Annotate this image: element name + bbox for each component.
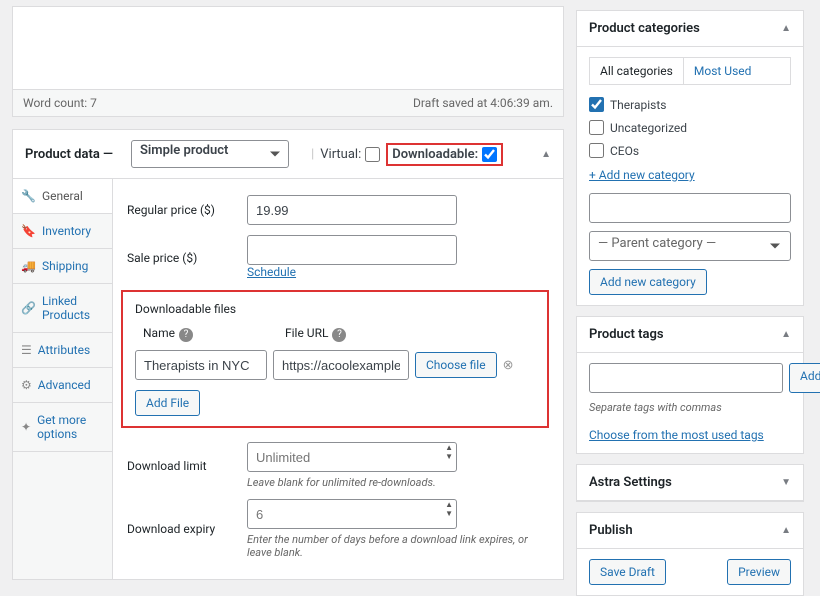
product-data-tabs: 🔧General 🔖Inventory 🚚Shipping 🔗Linked Pr… bbox=[13, 179, 113, 579]
schedule-link[interactable]: Schedule bbox=[247, 265, 296, 279]
help-icon[interactable]: ? bbox=[332, 328, 346, 342]
virtual-checkbox[interactable] bbox=[365, 147, 380, 162]
publish-title: Publish bbox=[589, 523, 633, 538]
gear-icon: ⚙ bbox=[21, 378, 32, 392]
save-draft-button[interactable]: Save Draft bbox=[589, 559, 666, 585]
product-data-content: Regular price ($) Sale price ($) Schedul… bbox=[113, 179, 563, 579]
astra-settings-panel: Astra Settings ▼ bbox=[576, 464, 804, 502]
downloadable-files-section: Downloadable files Name? File URL? Choos… bbox=[121, 290, 549, 428]
tag-input[interactable] bbox=[589, 363, 783, 393]
tags-note: Separate tags with commas bbox=[589, 401, 791, 414]
tab-most-used[interactable]: Most Used bbox=[684, 58, 762, 84]
regular-price-input[interactable] bbox=[247, 195, 457, 225]
category-checkbox[interactable] bbox=[589, 97, 604, 112]
parent-category-select[interactable]: — Parent category — bbox=[589, 231, 791, 261]
tab-all-categories[interactable]: All categories bbox=[590, 58, 684, 84]
link-icon: 🔗 bbox=[21, 301, 36, 315]
editor-status-bar: Word count: 7 Draft saved at 4:06:39 am. bbox=[13, 89, 563, 116]
add-file-button[interactable]: Add File bbox=[135, 390, 200, 416]
downloadable-highlight: Downloadable: bbox=[386, 143, 503, 166]
list-icon: ☰ bbox=[21, 343, 32, 357]
preview-button[interactable]: Preview bbox=[727, 559, 791, 585]
tab-get-more[interactable]: ✦Get more options bbox=[13, 403, 112, 452]
category-checkbox[interactable] bbox=[589, 143, 604, 158]
tab-inventory[interactable]: 🔖Inventory bbox=[13, 214, 112, 249]
panel-collapse-icon[interactable]: ▲ bbox=[781, 525, 791, 536]
most-used-tags-link[interactable]: Choose from the most used tags bbox=[589, 428, 764, 442]
plus-icon: ✦ bbox=[21, 420, 31, 434]
spin-down-icon[interactable]: ▼ bbox=[445, 453, 453, 461]
publish-panel: Publish ▲ Save Draft Preview bbox=[576, 512, 804, 596]
dl-name-header: Name bbox=[143, 326, 175, 340]
add-tag-button[interactable]: Add bbox=[789, 363, 820, 393]
downloadable-checkbox[interactable] bbox=[482, 147, 497, 162]
downloadable-files-title: Downloadable files bbox=[135, 302, 535, 322]
product-data-title: Product data — bbox=[25, 147, 113, 162]
add-new-category-button[interactable]: Add new category bbox=[589, 269, 707, 295]
product-categories-panel: Product categories ▲ All categories Most… bbox=[576, 10, 804, 306]
virtual-checkbox-label: Virtual: bbox=[320, 147, 380, 162]
download-expiry-input[interactable] bbox=[247, 499, 457, 529]
parent-category-value: — Parent category — bbox=[598, 236, 716, 251]
virtual-label-text: Virtual: bbox=[320, 147, 361, 162]
spin-down-icon[interactable]: ▼ bbox=[445, 510, 453, 518]
regular-price-label: Regular price ($) bbox=[127, 203, 247, 217]
word-count: Word count: 7 bbox=[23, 96, 97, 110]
panel-collapse-icon[interactable]: ▲ bbox=[781, 23, 791, 34]
product-data-panel: Product data — Simple product | Virtual:… bbox=[12, 129, 564, 580]
remove-row-icon[interactable]: ⊗ bbox=[503, 358, 514, 373]
tags-title: Product tags bbox=[589, 327, 664, 342]
tag-icon: 🔖 bbox=[21, 224, 36, 238]
panel-collapse-icon[interactable]: ▲ bbox=[541, 149, 551, 160]
download-url-input[interactable] bbox=[273, 350, 409, 380]
editor-body[interactable] bbox=[13, 7, 563, 89]
download-limit-label: Download limit bbox=[127, 459, 247, 473]
download-row: Choose file ⊗ bbox=[135, 346, 535, 384]
category-checkbox[interactable] bbox=[589, 120, 604, 135]
product-data-header: Product data — Simple product | Virtual:… bbox=[13, 130, 563, 179]
tab-shipping[interactable]: 🚚Shipping bbox=[13, 249, 112, 284]
sale-price-label: Sale price ($) bbox=[127, 251, 247, 265]
categories-title: Product categories bbox=[589, 21, 700, 36]
download-name-input[interactable] bbox=[135, 350, 267, 380]
truck-icon: 🚚 bbox=[21, 259, 36, 273]
download-expiry-help: Enter the number of days before a downlo… bbox=[247, 533, 547, 559]
tab-advanced[interactable]: ⚙Advanced bbox=[13, 368, 112, 403]
download-expiry-label: Download expiry bbox=[127, 522, 247, 536]
tab-linked-products[interactable]: 🔗Linked Products bbox=[13, 284, 112, 333]
category-tabs: All categories Most Used bbox=[589, 57, 791, 85]
product-tags-panel: Product tags ▲ Add Separate tags with co… bbox=[576, 316, 804, 454]
tab-general[interactable]: 🔧General bbox=[13, 179, 112, 214]
product-type-value: Simple product bbox=[140, 143, 228, 158]
sale-price-input[interactable] bbox=[247, 235, 457, 265]
new-category-input[interactable] bbox=[589, 193, 791, 223]
spin-up-icon[interactable]: ▲ bbox=[445, 501, 453, 509]
spin-up-icon[interactable]: ▲ bbox=[445, 444, 453, 452]
downloadable-label-text: Downloadable: bbox=[392, 147, 478, 162]
choose-file-button[interactable]: Choose file bbox=[415, 352, 497, 378]
download-limit-input[interactable] bbox=[247, 442, 457, 472]
wrench-icon: 🔧 bbox=[21, 189, 36, 203]
category-item[interactable]: CEOs bbox=[589, 139, 791, 162]
category-item[interactable]: Therapists bbox=[589, 93, 791, 116]
category-item[interactable]: Uncategorized bbox=[589, 116, 791, 139]
product-type-select[interactable]: Simple product bbox=[131, 140, 289, 168]
download-limit-help: Leave blank for unlimited re-downloads. bbox=[247, 476, 547, 489]
content-editor: Word count: 7 Draft saved at 4:06:39 am. bbox=[12, 6, 564, 117]
help-icon[interactable]: ? bbox=[179, 328, 193, 342]
panel-collapse-icon[interactable]: ▲ bbox=[781, 329, 791, 340]
panel-expand-icon[interactable]: ▼ bbox=[781, 477, 791, 488]
add-new-category-link[interactable]: + Add new category bbox=[589, 168, 695, 182]
tab-attributes[interactable]: ☰Attributes bbox=[13, 333, 112, 368]
dl-url-header: File URL bbox=[285, 326, 328, 340]
astra-title: Astra Settings bbox=[589, 475, 672, 490]
draft-saved: Draft saved at 4:06:39 am. bbox=[413, 96, 553, 110]
